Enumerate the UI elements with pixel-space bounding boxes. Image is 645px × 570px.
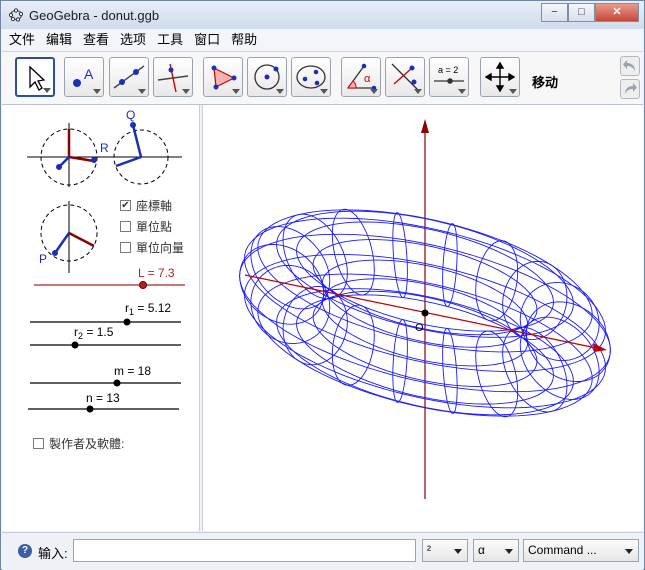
input-bar: ? 输入: ² α Command ...	[2, 532, 643, 570]
checkbox-axes-label: 座標軸	[136, 199, 173, 213]
checkbox-unit-vector[interactable]: 單位向量	[120, 239, 184, 256]
move-view-tool[interactable]	[480, 57, 520, 97]
construction-diagrams: R Q P L = 7.3 r1 = 5.12 r2 = 1.5 m = 18 …	[27, 108, 185, 413]
menu-file[interactable]: 文件	[2, 29, 39, 51]
angle-tool[interactable]: α	[341, 57, 381, 97]
checkbox-axes-box[interactable]: ✔	[120, 200, 131, 211]
slider-m-handle[interactable]	[113, 379, 121, 387]
polygon-tool[interactable]	[203, 57, 243, 97]
graphics-view[interactable]: O	[203, 105, 643, 531]
menu-tools[interactable]: 工具	[150, 29, 187, 51]
slider-r2-label: r2 = 1.5	[74, 325, 114, 341]
slider-n-handle[interactable]	[86, 405, 94, 413]
help-icon[interactable]: ?	[18, 544, 32, 558]
active-tool-label: 移动	[532, 75, 559, 90]
slider-r2-handle[interactable]	[71, 341, 79, 349]
slider-l-label: L = 7.3	[138, 266, 175, 280]
superscript-dropdown[interactable]: ²	[422, 539, 468, 562]
window-title: GeoGebra - donut.ggb	[29, 8, 160, 23]
input-label: 输入:	[38, 546, 68, 561]
maximize-button[interactable]: □	[568, 3, 595, 22]
slider-m-label: m = 18	[114, 364, 151, 378]
redo-button[interactable]	[620, 79, 640, 99]
slider-r1-handle[interactable]	[123, 318, 131, 326]
checkbox-author-box[interactable]	[33, 438, 44, 449]
checkbox-unit-point-box[interactable]	[120, 221, 131, 232]
svg-text:A: A	[84, 66, 94, 82]
minimize-button[interactable]: −	[541, 3, 568, 22]
menu-options[interactable]: 选项	[113, 29, 150, 51]
checkbox-unit-point[interactable]: 單位點	[120, 218, 172, 235]
circle-diagram-p: P	[39, 201, 98, 273]
close-button[interactable]: ✕	[595, 3, 639, 22]
greek-letter-dropdown[interactable]: α	[473, 539, 519, 562]
menu-edit[interactable]: 编辑	[39, 29, 76, 51]
checkbox-axes[interactable]: ✔ 座標軸	[120, 197, 172, 214]
slider-tool[interactable]: a = 2	[429, 57, 469, 97]
input-field[interactable]	[73, 539, 416, 562]
svg-text:α: α	[364, 73, 371, 85]
circle-diagram-q: Q	[112, 108, 182, 185]
command-dropdown-value: Command ...	[528, 543, 597, 557]
svg-text:a = 2: a = 2	[438, 65, 458, 75]
move-tool[interactable]	[15, 57, 55, 97]
slider-n-label: n = 13	[86, 391, 120, 405]
chevron-down-icon	[454, 549, 462, 554]
point-label-p: P	[39, 252, 47, 266]
superscript-dropdown-value: ²	[427, 543, 431, 557]
app-window: GeoGebra - donut.ggb − □ ✕ 文件 编辑 查看 选项 工具 窗口帮…	[0, 0, 645, 570]
z-axis-arrow	[421, 119, 429, 133]
circle-tool[interactable]	[247, 57, 287, 97]
perpendicular-tool[interactable]	[153, 57, 193, 97]
greek-letter-dropdown-value: α	[478, 543, 485, 557]
checkbox-author[interactable]: 製作者及軟體:	[33, 435, 124, 452]
menu-help[interactable]: 帮助	[224, 29, 261, 51]
redo-icon	[625, 83, 637, 94]
toolbar: A α a = 2 移动	[2, 52, 643, 105]
left-graphics-panel[interactable]: R Q P L = 7.3 r1 = 5.12 r2 = 1.5 m = 18 …	[2, 105, 199, 531]
origin-point	[421, 309, 429, 317]
line-tool[interactable]	[109, 57, 149, 97]
menu-view[interactable]: 查看	[76, 29, 113, 51]
menu-bar: 文件 编辑 查看 选项 工具 窗口 帮助	[2, 29, 643, 52]
origin-label: O	[415, 322, 424, 334]
reflect-tool[interactable]	[385, 57, 425, 97]
menu-window[interactable]: 窗口	[187, 29, 224, 51]
checkbox-unit-vector-box[interactable]	[120, 242, 131, 253]
chevron-down-icon	[625, 549, 633, 554]
undo-button[interactable]	[620, 56, 640, 76]
x-axis-arrow	[593, 343, 607, 352]
checkbox-author-label: 製作者及軟體:	[49, 437, 125, 451]
point-label-q: Q	[126, 108, 135, 122]
circle-diagram-r: R	[27, 123, 112, 187]
undo-icon	[623, 60, 635, 71]
chevron-down-icon	[505, 549, 513, 554]
slider-r1-label: r1 = 5.12	[125, 301, 171, 317]
title-bar: GeoGebra - donut.ggb − □ ✕	[1, 1, 644, 29]
checkbox-unit-point-label: 單位點	[136, 220, 173, 234]
geogebra-logo-icon	[9, 8, 23, 22]
command-dropdown[interactable]: Command ...	[523, 539, 639, 562]
checkbox-unit-vector-label: 單位向量	[136, 241, 185, 255]
point-label-r: R	[100, 141, 109, 155]
point-tool[interactable]: A	[64, 57, 104, 97]
torus-plot: O	[239, 119, 611, 499]
slider-l-handle[interactable]	[139, 281, 147, 289]
conic-tool[interactable]	[291, 57, 331, 97]
